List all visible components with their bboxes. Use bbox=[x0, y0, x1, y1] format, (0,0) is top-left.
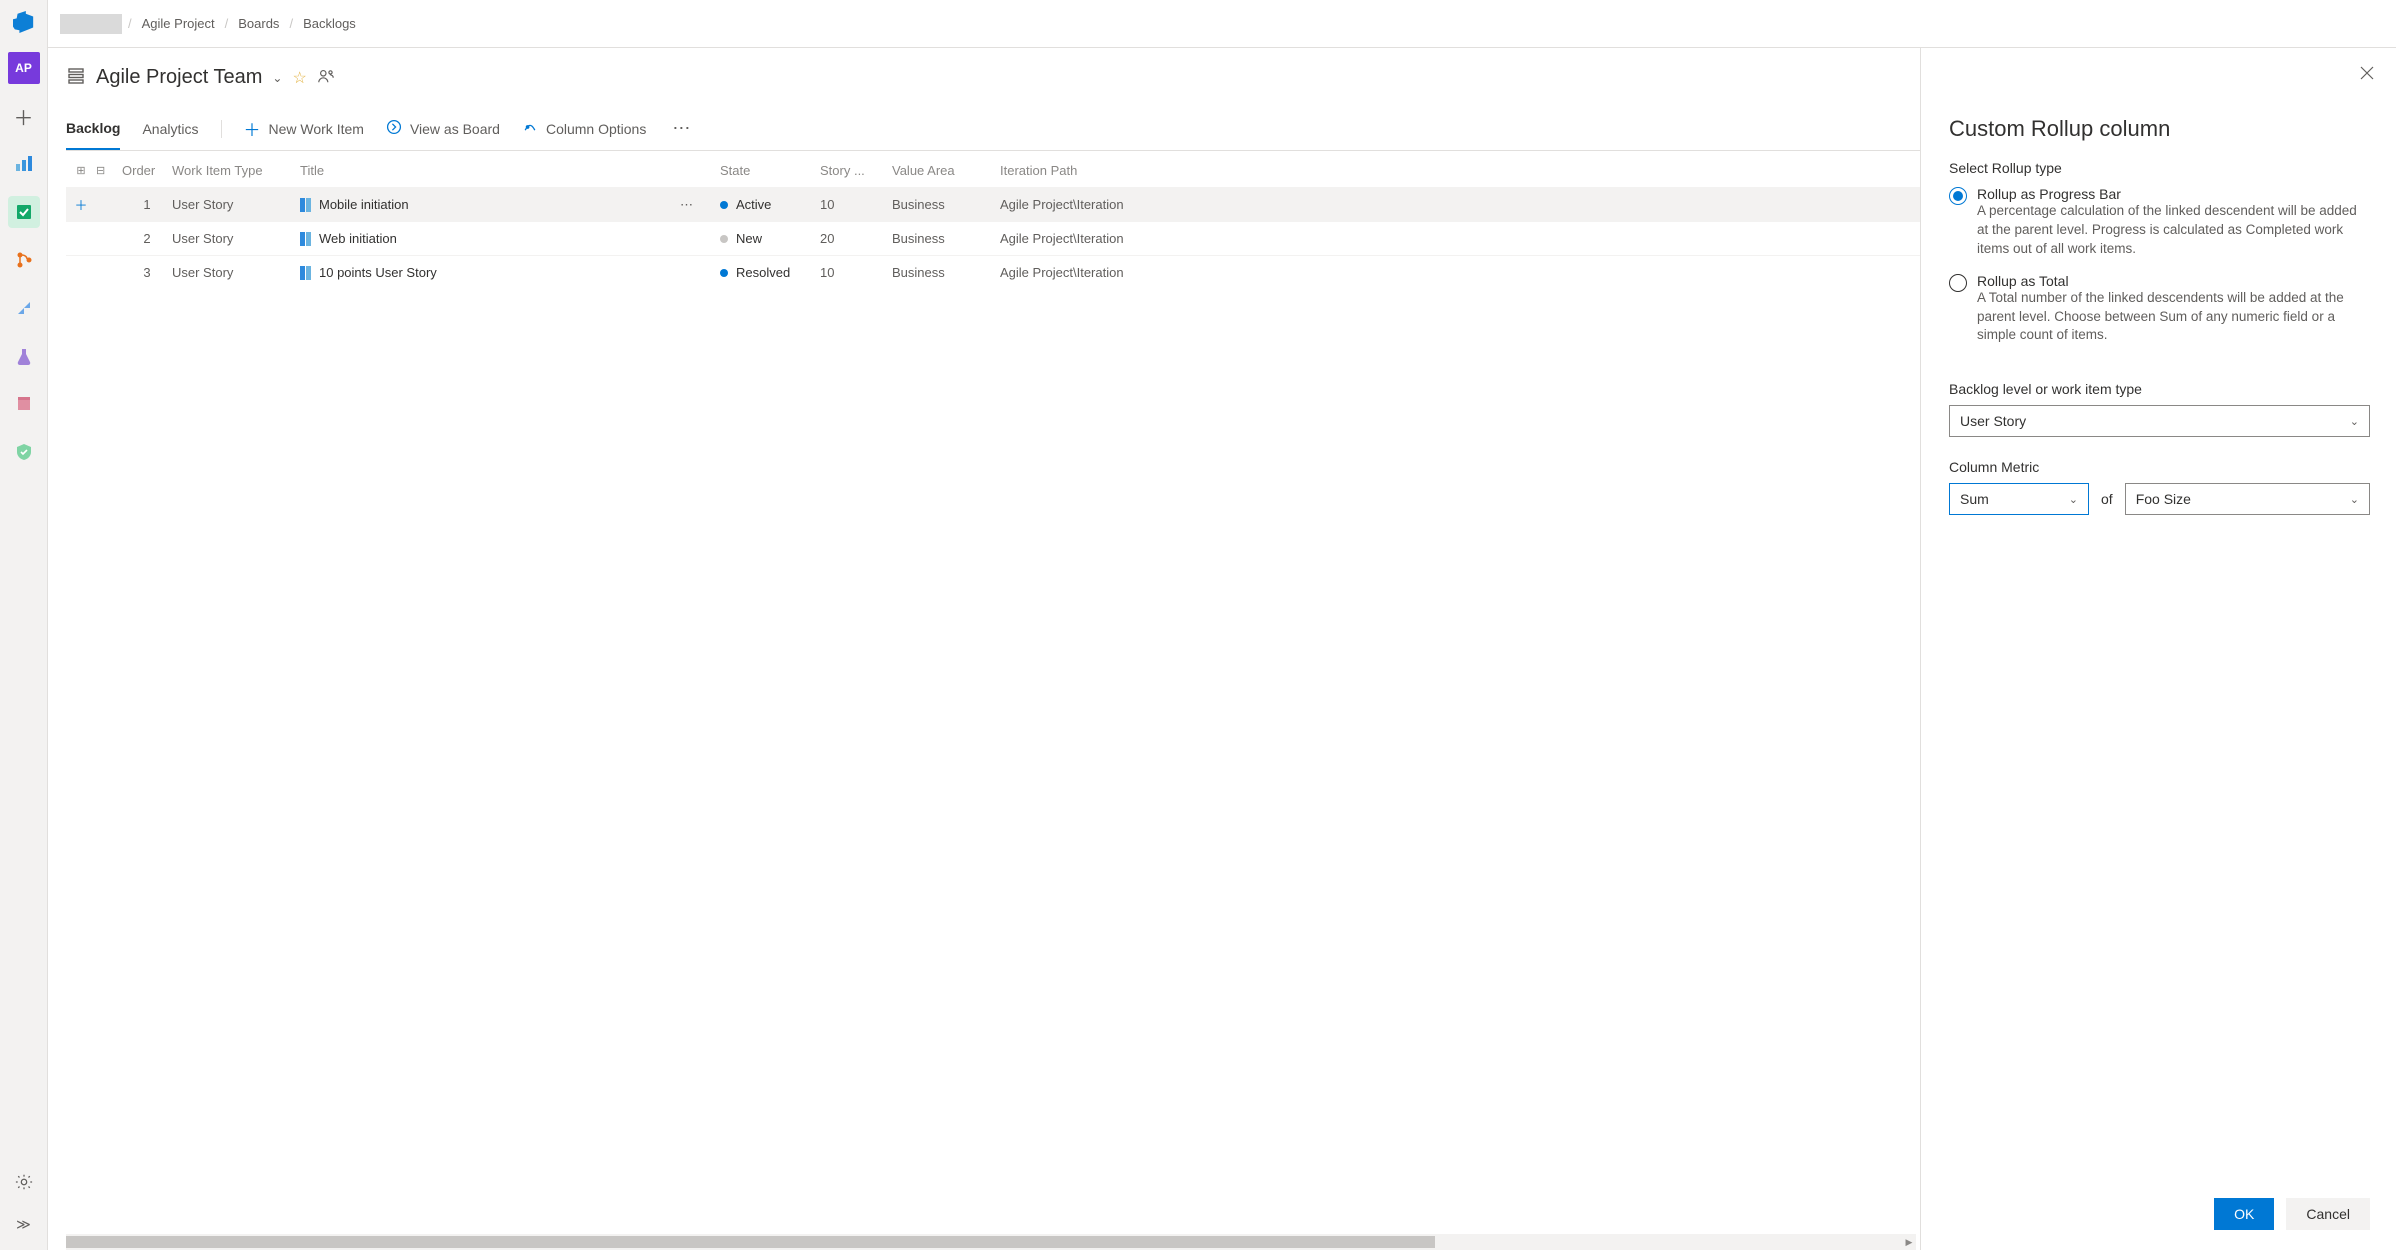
table-row[interactable]: ＋2User StoryWeb initiation⋯New20Business… bbox=[66, 221, 1920, 255]
horizontal-scrollbar[interactable]: ▶ bbox=[66, 1234, 1916, 1250]
radio-button-unselected[interactable] bbox=[1949, 274, 1967, 292]
ok-button[interactable]: OK bbox=[2214, 1198, 2274, 1230]
nav-artifacts[interactable] bbox=[8, 388, 40, 420]
nav-pipelines[interactable] bbox=[8, 292, 40, 324]
board-arrow-icon bbox=[386, 119, 402, 138]
backlog-level-select[interactable]: User Story ⌄ bbox=[1949, 405, 2370, 437]
metric-function-select[interactable]: Sum ⌄ bbox=[1949, 483, 2089, 515]
nav-repos[interactable] bbox=[8, 244, 40, 276]
topbar: / Agile Project / Boards / Backlogs bbox=[48, 0, 2396, 48]
expand-all-icon[interactable]: ⊞ bbox=[66, 164, 96, 177]
radio-total[interactable]: Rollup as Total A Total number of the li… bbox=[1949, 273, 2370, 346]
chevron-down-icon: ⌄ bbox=[2069, 493, 2078, 506]
row-actions-icon[interactable]: ⋯ bbox=[680, 197, 720, 213]
col-state[interactable]: State bbox=[720, 163, 820, 178]
view-as-board-button[interactable]: View as Board bbox=[386, 119, 500, 138]
team-chevron-icon[interactable]: ⌄ bbox=[272, 71, 282, 85]
left-rail: AP ＋ ≫ bbox=[0, 0, 48, 1250]
custom-rollup-panel: Custom Rollup column Select Rollup type … bbox=[1920, 48, 2396, 1250]
col-iter[interactable]: Iteration Path bbox=[1000, 163, 1200, 178]
backlog-icon bbox=[66, 66, 86, 89]
org-placeholder[interactable] bbox=[60, 14, 122, 34]
breadcrumb-backlogs[interactable]: Backlogs bbox=[303, 16, 356, 31]
col-value[interactable]: Value Area bbox=[892, 163, 1000, 178]
col-title[interactable]: Title bbox=[300, 163, 680, 178]
column-options-icon bbox=[522, 119, 538, 138]
expand-rail-icon[interactable]: ≫ bbox=[8, 1208, 40, 1240]
metric-field-select[interactable]: Foo Size ⌄ bbox=[2125, 483, 2370, 515]
user-story-icon bbox=[300, 232, 311, 246]
grid-header: ⊞ ⊟ Order Work Item Type Title State Sto… bbox=[66, 153, 1920, 187]
user-story-icon bbox=[300, 198, 311, 212]
nav-boards[interactable] bbox=[8, 196, 40, 228]
col-order[interactable]: Order bbox=[122, 163, 172, 178]
tab-analytics[interactable]: Analytics bbox=[142, 107, 198, 150]
breadcrumb-project[interactable]: Agile Project bbox=[142, 16, 215, 31]
col-wit[interactable]: Work Item Type bbox=[172, 163, 300, 178]
project-avatar[interactable]: AP bbox=[8, 52, 40, 84]
more-actions-button[interactable]: ⋯ bbox=[668, 118, 696, 139]
table-row[interactable]: ＋1User StoryMobile initiation⋯Active10Bu… bbox=[66, 187, 1920, 221]
plus-icon: ＋ bbox=[244, 116, 261, 141]
user-story-icon bbox=[300, 266, 311, 280]
nav-dashboards[interactable] bbox=[8, 148, 40, 180]
close-panel-button[interactable] bbox=[2360, 66, 2374, 83]
azure-devops-logo[interactable] bbox=[8, 6, 40, 38]
radio-button-selected[interactable] bbox=[1949, 187, 1967, 205]
favorite-icon[interactable]: ☆ bbox=[292, 68, 306, 88]
tab-backlog[interactable]: Backlog bbox=[66, 107, 120, 150]
add-child-icon[interactable]: ＋ bbox=[66, 195, 96, 214]
tab-bar: Backlog Analytics ＋New Work Item View as… bbox=[66, 107, 1920, 151]
breadcrumb: / Agile Project / Boards / Backlogs bbox=[128, 16, 356, 31]
team-header: Agile Project Team ⌄ ☆ bbox=[66, 66, 1920, 89]
collapse-all-icon[interactable]: ⊟ bbox=[96, 164, 122, 177]
rollup-type-label: Select Rollup type bbox=[1949, 160, 2370, 176]
scroll-right-icon[interactable]: ▶ bbox=[1902, 1234, 1916, 1250]
nav-testplans[interactable] bbox=[8, 340, 40, 372]
col-story[interactable]: Story ... bbox=[820, 163, 892, 178]
add-icon[interactable]: ＋ bbox=[8, 100, 40, 132]
breadcrumb-boards[interactable]: Boards bbox=[238, 16, 279, 31]
scrollbar-thumb[interactable] bbox=[66, 1236, 1435, 1248]
column-options-button[interactable]: Column Options bbox=[522, 119, 646, 138]
cancel-button[interactable]: Cancel bbox=[2286, 1198, 2370, 1230]
team-name[interactable]: Agile Project Team bbox=[96, 66, 262, 89]
column-metric-label: Column Metric bbox=[1949, 459, 2370, 475]
settings-icon[interactable] bbox=[8, 1166, 40, 1198]
chevron-down-icon: ⌄ bbox=[2350, 493, 2359, 506]
people-icon[interactable] bbox=[317, 67, 335, 88]
backlog-level-label: Backlog level or work item type bbox=[1949, 381, 2370, 397]
panel-title: Custom Rollup column bbox=[1949, 116, 2370, 142]
new-work-item-button[interactable]: ＋New Work Item bbox=[244, 116, 364, 141]
chevron-down-icon: ⌄ bbox=[2350, 415, 2359, 428]
table-row[interactable]: ＋3User Story10 points User Story⋯Resolve… bbox=[66, 255, 1920, 289]
radio-progress-bar[interactable]: Rollup as Progress Bar A percentage calc… bbox=[1949, 186, 2370, 259]
nav-compliance[interactable] bbox=[8, 436, 40, 468]
